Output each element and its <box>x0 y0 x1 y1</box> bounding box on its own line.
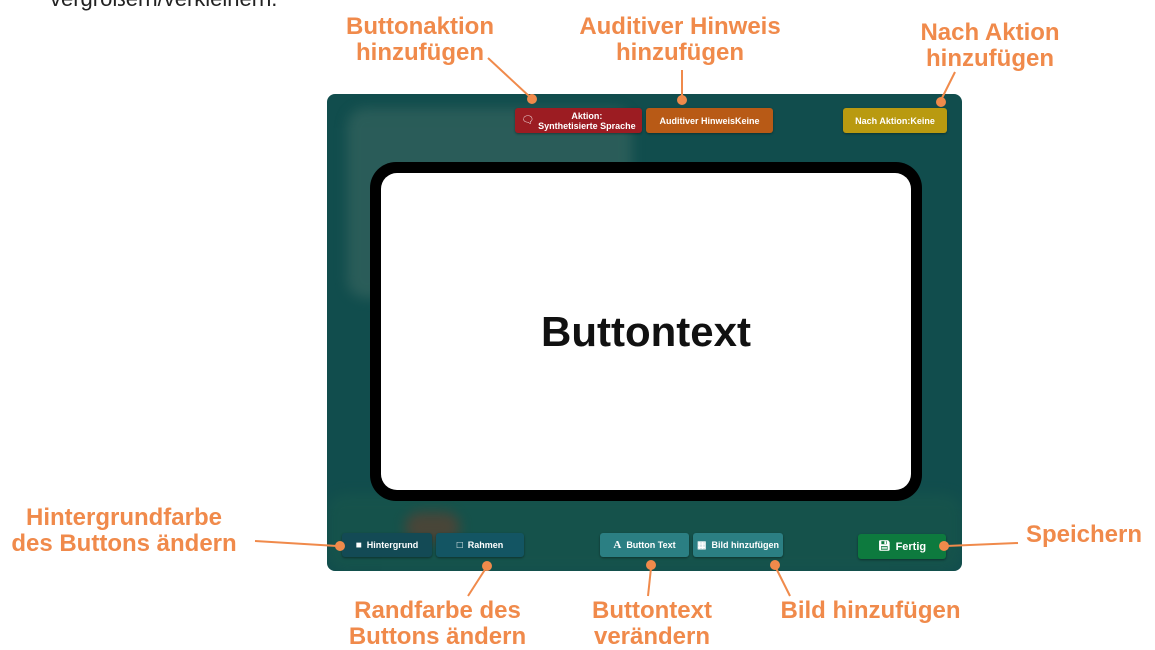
leader-line <box>775 567 791 597</box>
leader-line <box>945 542 1019 547</box>
leader-line <box>254 540 338 547</box>
leader-dot <box>936 97 946 107</box>
callout-leader-lines <box>254 57 1019 597</box>
leader-line <box>487 57 531 98</box>
leader-line <box>647 567 652 597</box>
leader-dot <box>770 560 780 570</box>
leader-dot <box>527 94 537 104</box>
leader-dot <box>646 560 656 570</box>
leader-dot <box>335 541 345 551</box>
leader-line <box>941 71 956 99</box>
leader-line <box>467 567 487 597</box>
leader-dot <box>677 95 687 105</box>
leader-dot <box>939 541 949 551</box>
leader-dot <box>482 561 492 571</box>
